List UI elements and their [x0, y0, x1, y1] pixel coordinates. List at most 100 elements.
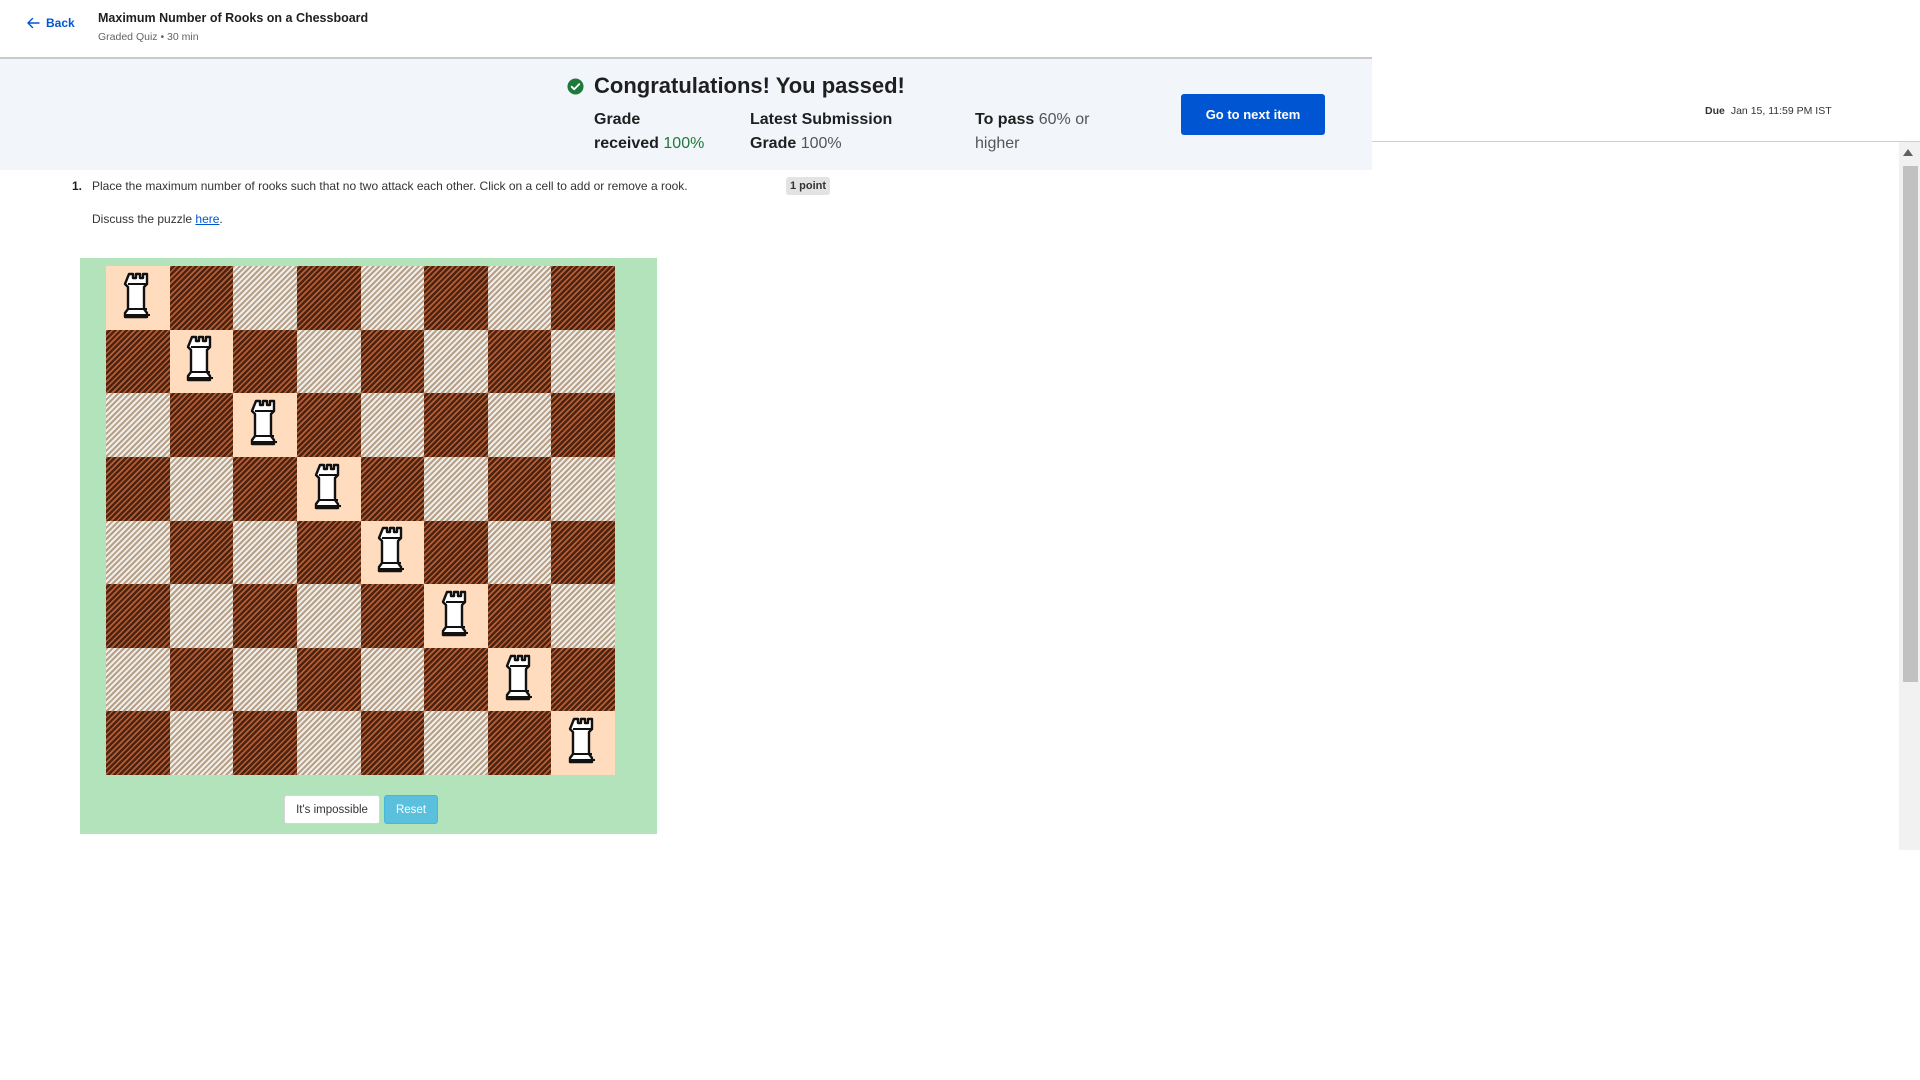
board-cell[interactable] [233, 711, 297, 775]
board-cell[interactable] [424, 711, 488, 775]
board-cell[interactable] [233, 393, 297, 457]
board-cell[interactable] [296, 647, 361, 712]
board-cell[interactable] [360, 520, 425, 585]
pass-label: To pass [975, 111, 1035, 128]
latest-value: 100% [800, 135, 842, 152]
next-item-button[interactable]: Go to next item [1181, 94, 1325, 135]
pass-value: 60% or [1038, 111, 1090, 128]
board-cell[interactable] [551, 393, 615, 457]
board-cell[interactable] [487, 393, 552, 457]
scroll-up-arrow-icon[interactable] [1903, 149, 1913, 156]
board-cell[interactable] [360, 329, 425, 394]
board-cell[interactable] [169, 266, 234, 330]
board-cell[interactable] [551, 584, 615, 648]
board-cell[interactable] [233, 647, 297, 712]
board-cell[interactable] [551, 520, 615, 585]
board-cell[interactable] [296, 329, 361, 394]
back-button[interactable]: Back [26, 16, 75, 30]
board-cell[interactable] [487, 329, 552, 394]
due-date: Due Jan 15, 11:59 PM IST [1705, 105, 1832, 117]
grade-received: Grade received 100% [594, 108, 714, 156]
latest-label-2: Grade [750, 135, 797, 152]
board-cell[interactable] [106, 711, 170, 775]
board-cell[interactable] [296, 584, 361, 648]
board-cell[interactable] [169, 711, 234, 775]
arrow-left-icon [27, 17, 40, 29]
board-cell[interactable] [169, 456, 234, 521]
board-cell[interactable] [296, 711, 361, 775]
board-cell[interactable] [233, 456, 297, 521]
board-cell[interactable] [360, 266, 425, 330]
board-cell[interactable] [296, 266, 361, 330]
board-cell[interactable] [551, 647, 615, 712]
board-cell[interactable] [360, 647, 425, 712]
due-label: Due [1705, 105, 1725, 117]
chessboard [106, 266, 615, 775]
quiz-meta: Graded Quiz • 30 min [98, 31, 199, 43]
board-cell[interactable] [169, 393, 234, 457]
check-circle-icon [567, 77, 584, 95]
question-number: 1. [72, 179, 83, 193]
rook-icon [378, 527, 405, 573]
board-cell[interactable] [169, 329, 234, 394]
board-cell[interactable] [487, 520, 552, 585]
grade-label-2: received [594, 135, 659, 152]
board-cell[interactable] [106, 456, 170, 521]
board-cell[interactable] [360, 584, 425, 648]
rook-icon [441, 590, 468, 637]
reset-button[interactable]: Reset [384, 795, 438, 824]
rook-icon [250, 399, 278, 446]
board-cell[interactable] [487, 711, 552, 775]
rook-icon [505, 654, 532, 700]
board-cell[interactable] [106, 329, 170, 394]
pass-value-2: higher [975, 135, 1020, 152]
scrollbar-thumb[interactable] [1903, 166, 1918, 682]
board-cell[interactable] [487, 266, 552, 330]
board-cell[interactable] [551, 329, 615, 394]
board-cell[interactable] [424, 456, 488, 521]
board-cell[interactable] [106, 266, 170, 330]
board-cell[interactable] [169, 647, 234, 712]
board-cell[interactable] [296, 456, 361, 521]
board-cell[interactable] [424, 329, 488, 394]
board-cell[interactable] [424, 647, 488, 712]
board-cell[interactable] [424, 584, 488, 648]
result-heading: Congratulations! You passed! [567, 73, 905, 99]
board-cell[interactable] [360, 393, 425, 457]
impossible-button[interactable]: It's impossible [284, 795, 380, 824]
board-cell[interactable] [233, 520, 297, 585]
board-cell[interactable] [360, 711, 425, 775]
latest-submission-grade: Latest Submission Grade 100% [750, 108, 910, 156]
right-pane-divider [1372, 141, 1920, 142]
latest-label: Latest Submission [750, 111, 893, 128]
discuss-suffix: . [219, 212, 223, 226]
page-title: Maximum Number of Rooks on a Chessboard [98, 11, 369, 25]
board-cell[interactable] [233, 584, 297, 648]
board-cell[interactable] [487, 647, 552, 712]
discuss-link[interactable]: here [195, 212, 219, 226]
board-cell[interactable] [169, 584, 234, 648]
board-cell[interactable] [551, 456, 615, 521]
board-cell[interactable] [487, 456, 552, 521]
discuss-prefix: Discuss the puzzle [92, 212, 196, 226]
points-badge: 1 point [786, 177, 831, 195]
board-cell[interactable] [106, 647, 170, 712]
board-cell[interactable] [360, 456, 425, 521]
question-text: Place the maximum number of rooks such t… [92, 179, 688, 193]
board-cell[interactable] [551, 266, 615, 330]
board-cell[interactable] [233, 266, 297, 330]
board-cell[interactable] [296, 393, 361, 457]
board-cell[interactable] [424, 393, 488, 457]
board-cell[interactable] [106, 520, 170, 585]
board-cell[interactable] [551, 711, 615, 775]
board-cell[interactable] [169, 520, 234, 585]
board-cell[interactable] [106, 584, 170, 648]
board-cell[interactable] [106, 393, 170, 457]
rook-icon [568, 717, 596, 764]
board-cell[interactable] [233, 329, 297, 394]
board-cell[interactable] [296, 520, 361, 585]
discuss-line: Discuss the puzzle here. [92, 212, 223, 226]
board-cell[interactable] [424, 266, 488, 330]
board-cell[interactable] [487, 584, 552, 648]
board-cell[interactable] [424, 520, 488, 585]
